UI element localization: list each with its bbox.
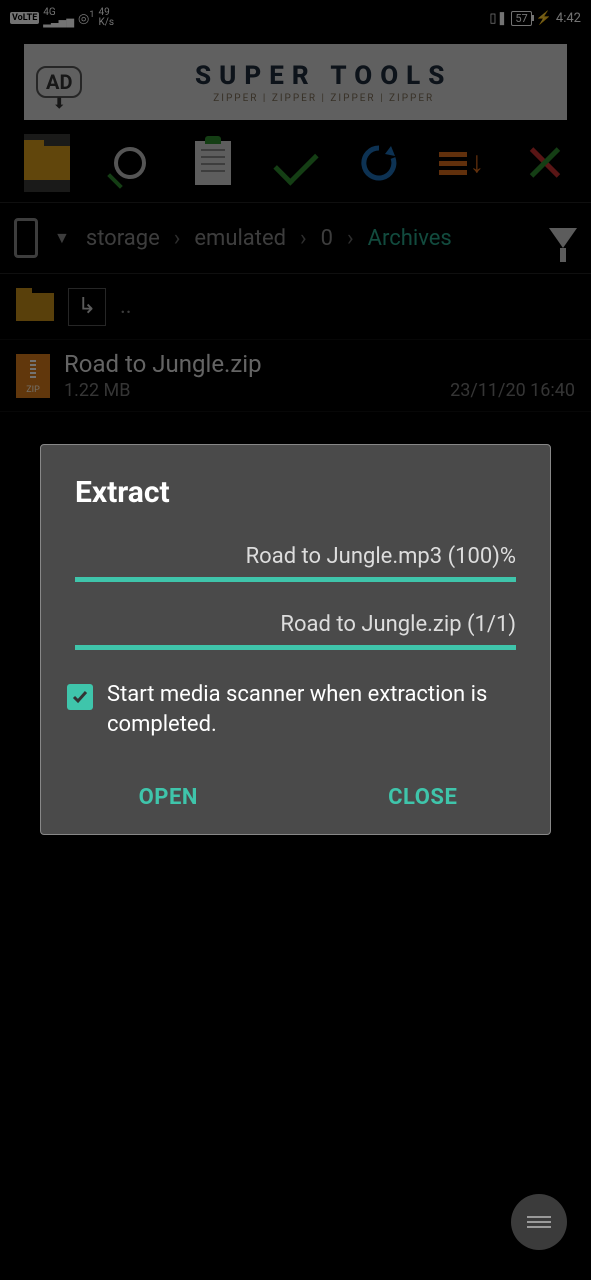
menu-fab[interactable] — [511, 1194, 567, 1250]
progress-archive-label: Road to Jungle.zip (1/1) — [75, 612, 516, 637]
progress-archive-bar — [75, 645, 516, 650]
progress-file-label: Road to Jungle.mp3 (100)% — [75, 544, 516, 569]
media-scanner-checkbox[interactable] — [67, 684, 93, 710]
dialog-title: Extract — [41, 475, 550, 544]
close-button[interactable]: CLOSE — [296, 767, 551, 834]
extract-dialog: Extract Road to Jungle.mp3 (100)% Road t… — [40, 444, 551, 835]
open-button[interactable]: OPEN — [41, 767, 296, 834]
progress-file-bar — [75, 577, 516, 582]
media-scanner-label: Start media scanner when extraction is c… — [107, 680, 524, 739]
menu-icon — [527, 1213, 551, 1231]
